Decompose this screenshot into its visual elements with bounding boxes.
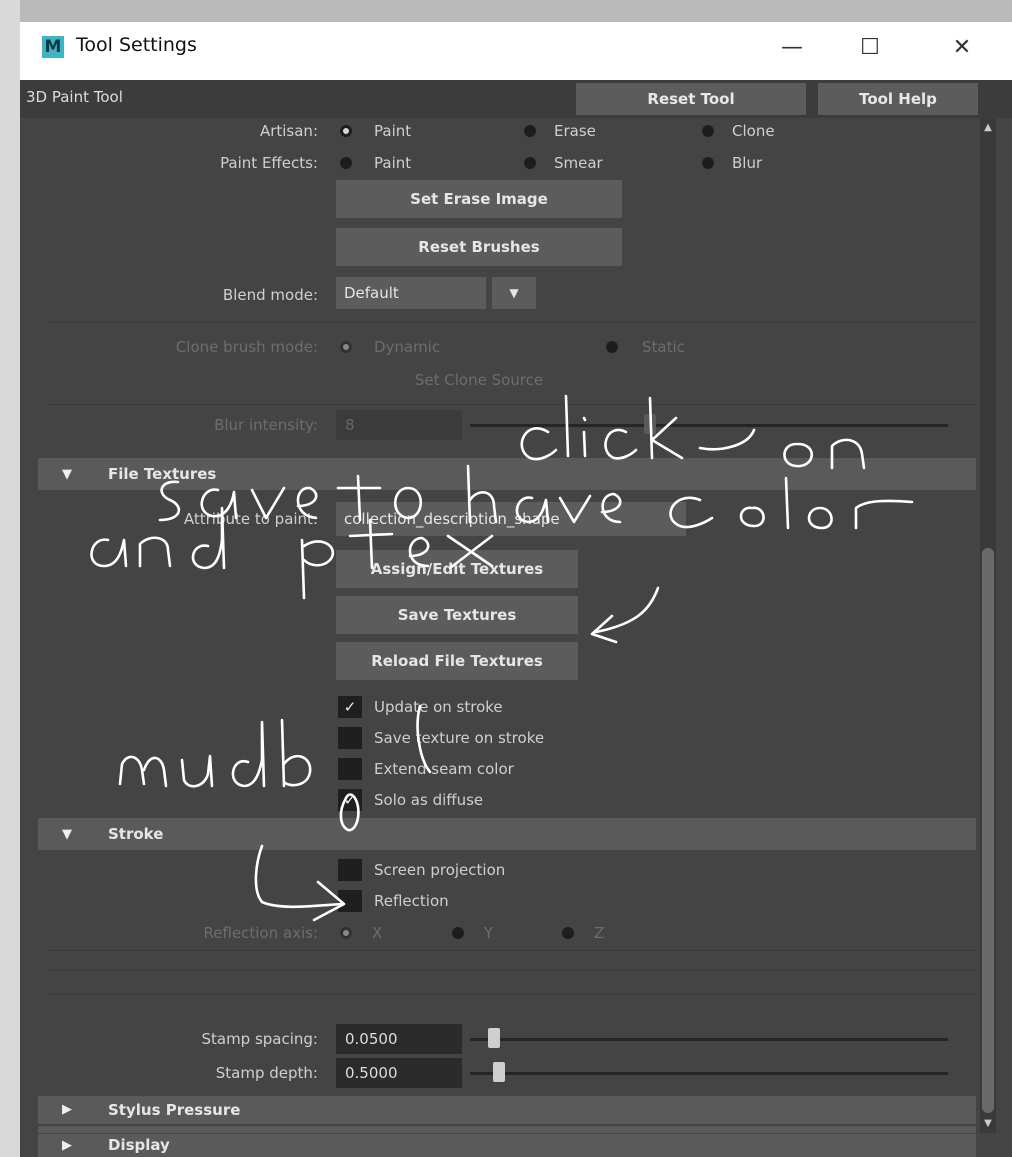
blur-intensity-slider-thumb[interactable] — [644, 414, 656, 434]
reload-file-textures-button[interactable]: Reload File Textures — [336, 642, 578, 680]
stamp-depth-label: Stamp depth: — [215, 1064, 318, 1082]
chevron-down-icon[interactable]: ▼ — [492, 277, 536, 309]
row-divider — [48, 950, 976, 951]
stamp-spacing-slider-track[interactable] — [470, 1038, 948, 1041]
artisan-erase-radio[interactable] — [524, 125, 536, 137]
tool-header: 3D Paint Tool Reset Tool Tool Help — [20, 80, 1012, 118]
blur-intensity-label: Blur intensity: — [214, 416, 318, 434]
paint-effects-label: Paint Effects: — [220, 154, 318, 172]
row-divider — [48, 994, 976, 995]
assign-edit-textures-button[interactable]: Assign/Edit Textures — [336, 550, 578, 588]
clone-static-label: Static — [642, 338, 685, 356]
effects-blur-label: Blur — [732, 154, 763, 172]
attribute-to-paint-select[interactable]: collection_description_shape — [336, 502, 686, 536]
axis-x-label: X — [372, 924, 383, 942]
tool-help-button[interactable]: Tool Help — [818, 83, 978, 115]
screen-projection-label: Screen projection — [374, 861, 506, 879]
title-bar: M Tool Settings — ☐ ✕ — [20, 22, 1012, 80]
stylus-pressure-section-header[interactable]: ▶ Stylus Pressure — [38, 1096, 976, 1124]
reflection-axis-label: Reflection axis: — [203, 924, 318, 942]
row-divider — [48, 970, 976, 971]
reset-tool-button[interactable]: Reset Tool — [576, 83, 806, 115]
blend-mode-label: Blend mode: — [222, 286, 318, 304]
settings-panel: Artisan: Paint Erase Clone Paint Effects… — [38, 118, 976, 1133]
solo-as-diffuse-checkbox[interactable]: ✓ — [338, 789, 362, 811]
clone-dynamic-radio[interactable] — [340, 341, 352, 353]
set-erase-image-button[interactable]: Set Erase Image — [336, 180, 622, 218]
reset-brushes-button[interactable]: Reset Brushes — [336, 228, 622, 266]
display-title: Display — [108, 1136, 170, 1154]
background-app-edge — [0, 0, 20, 1157]
section-expanded-icon: ▼ — [62, 467, 72, 482]
file-textures-section-header[interactable]: ▼ File Textures — [38, 458, 976, 490]
scrollbar-thumb[interactable] — [982, 548, 994, 1113]
stamp-spacing-field[interactable]: 0.0500 — [336, 1024, 462, 1054]
blur-intensity-slider-track[interactable] — [470, 424, 948, 427]
clone-brush-mode-label: Clone brush mode: — [175, 338, 318, 356]
stroke-title: Stroke — [108, 825, 164, 843]
stylus-pressure-title: Stylus Pressure — [108, 1101, 241, 1119]
scroll-down-icon[interactable]: ▼ — [980, 1118, 996, 1129]
effects-blur-radio[interactable] — [702, 157, 714, 169]
extend-seam-color-label: Extend seam color — [374, 760, 514, 778]
effects-paint-radio[interactable] — [340, 157, 352, 169]
display-section-header[interactable]: ▶ Display — [38, 1134, 976, 1157]
artisan-label: Artisan: — [259, 122, 318, 140]
axis-x-radio[interactable] — [340, 927, 352, 939]
artisan-clone-radio[interactable] — [702, 125, 714, 137]
axis-y-radio[interactable] — [452, 927, 464, 939]
axis-z-radio[interactable] — [562, 927, 574, 939]
artisan-paint-label: Paint — [374, 122, 412, 140]
close-icon[interactable]: ✕ — [936, 30, 988, 66]
tool-settings-window: M Tool Settings — ☐ ✕ 3D Paint Tool Rese… — [20, 22, 1012, 1157]
maya-logo-icon: M — [42, 36, 64, 58]
scroll-up-icon[interactable]: ▲ — [980, 122, 996, 133]
stroke-section-header[interactable]: ▼ Stroke — [38, 818, 976, 850]
update-on-stroke-checkbox[interactable]: ✓ — [338, 696, 362, 718]
save-texture-on-stroke-checkbox[interactable] — [338, 727, 362, 749]
set-clone-source-button[interactable]: Set Clone Source — [336, 364, 622, 396]
stamp-depth-slider-track[interactable] — [470, 1072, 948, 1075]
clone-dynamic-label: Dynamic — [374, 338, 441, 356]
reflection-checkbox[interactable] — [338, 890, 362, 912]
background-app-strip — [0, 0, 1012, 22]
solo-as-diffuse-label: Solo as diffuse — [374, 791, 484, 809]
effects-paint-label: Paint — [374, 154, 412, 172]
update-on-stroke-label: Update on stroke — [374, 698, 503, 716]
stamp-depth-field[interactable]: 0.5000 — [336, 1058, 462, 1088]
vertical-scrollbar[interactable]: ▲ ▼ — [980, 118, 996, 1133]
section-expanded-icon: ▼ — [62, 827, 72, 842]
row-divider — [48, 404, 976, 405]
minimize-icon[interactable]: — — [766, 30, 818, 66]
stamp-spacing-slider-thumb[interactable] — [487, 1028, 500, 1048]
artisan-erase-label: Erase — [554, 122, 596, 140]
extend-seam-color-checkbox[interactable] — [338, 758, 362, 780]
save-texture-on-stroke-label: Save texture on stroke — [374, 729, 545, 747]
clone-static-radio[interactable] — [606, 341, 618, 353]
artisan-paint-radio[interactable] — [340, 125, 352, 137]
maximize-icon[interactable]: ☐ — [844, 30, 896, 66]
section-collapsed-icon: ▶ — [62, 1102, 72, 1117]
blur-intensity-field[interactable]: 8 — [336, 410, 462, 440]
screen-projection-checkbox[interactable] — [338, 859, 362, 881]
file-textures-title: File Textures — [108, 465, 217, 483]
effects-smear-label: Smear — [554, 154, 603, 172]
tool-name: 3D Paint Tool — [26, 88, 123, 106]
row-divider — [48, 322, 976, 323]
display-section-header-clip — [38, 1126, 976, 1133]
reflection-label: Reflection — [374, 892, 449, 910]
blend-mode-select[interactable]: Default — [336, 277, 486, 309]
stamp-spacing-label: Stamp spacing: — [201, 1030, 318, 1048]
attribute-to-paint-label: Attribute to paint: — [183, 510, 318, 528]
axis-y-label: Y — [484, 924, 494, 942]
effects-smear-radio[interactable] — [524, 157, 536, 169]
axis-z-label: Z — [594, 924, 605, 942]
stamp-depth-slider-thumb[interactable] — [492, 1062, 505, 1082]
artisan-clone-label: Clone — [732, 122, 775, 140]
save-textures-button[interactable]: Save Textures — [336, 596, 578, 634]
section-collapsed-icon: ▶ — [62, 1138, 72, 1153]
window-title: Tool Settings — [76, 34, 197, 56]
